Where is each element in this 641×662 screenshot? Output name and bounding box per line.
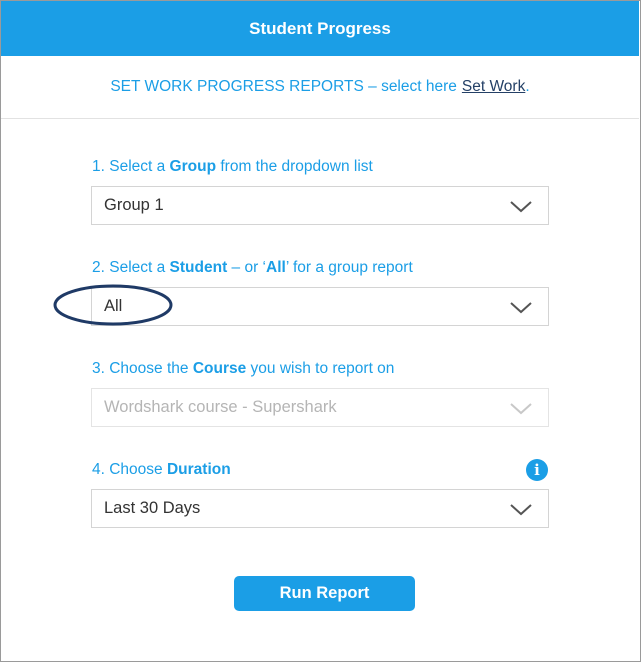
student-dropdown-value: All bbox=[104, 297, 123, 315]
group-label: 1. Select a Group from the dropdown list bbox=[92, 158, 373, 175]
group-dropdown[interactable]: Group 1 bbox=[91, 186, 549, 225]
duration-dropdown[interactable]: Last 30 Days bbox=[91, 489, 549, 528]
panel-title: Student Progress bbox=[249, 18, 391, 38]
course-dropdown: Wordshark course - Supershark bbox=[91, 388, 549, 427]
student-label: 2. Select a Student – or ‘All’ for a gro… bbox=[92, 259, 413, 276]
run-report-button[interactable]: Run Report bbox=[234, 576, 415, 611]
course-dropdown-value: Wordshark course - Supershark bbox=[104, 398, 337, 416]
group-dropdown-value: Group 1 bbox=[104, 196, 164, 214]
student-dropdown[interactable]: All bbox=[91, 287, 549, 326]
chevron-down-icon bbox=[510, 200, 532, 212]
panel-header: Student Progress bbox=[1, 1, 639, 56]
chevron-down-icon bbox=[510, 402, 532, 414]
duration-label: 4. Choose Duration bbox=[92, 461, 231, 478]
set-work-text: SET WORK PROGRESS REPORTS – select here bbox=[110, 78, 457, 95]
set-work-link[interactable]: Set Work bbox=[462, 78, 525, 96]
set-work-period: . bbox=[525, 78, 530, 95]
course-label: 3. Choose the Course you wish to report … bbox=[92, 360, 395, 377]
chevron-down-icon bbox=[510, 301, 532, 313]
set-work-banner: SET WORK PROGRESS REPORTS – select here … bbox=[1, 56, 639, 119]
duration-dropdown-value: Last 30 Days bbox=[104, 499, 201, 517]
chevron-down-icon bbox=[510, 503, 532, 515]
info-icon[interactable]: i bbox=[526, 459, 548, 481]
